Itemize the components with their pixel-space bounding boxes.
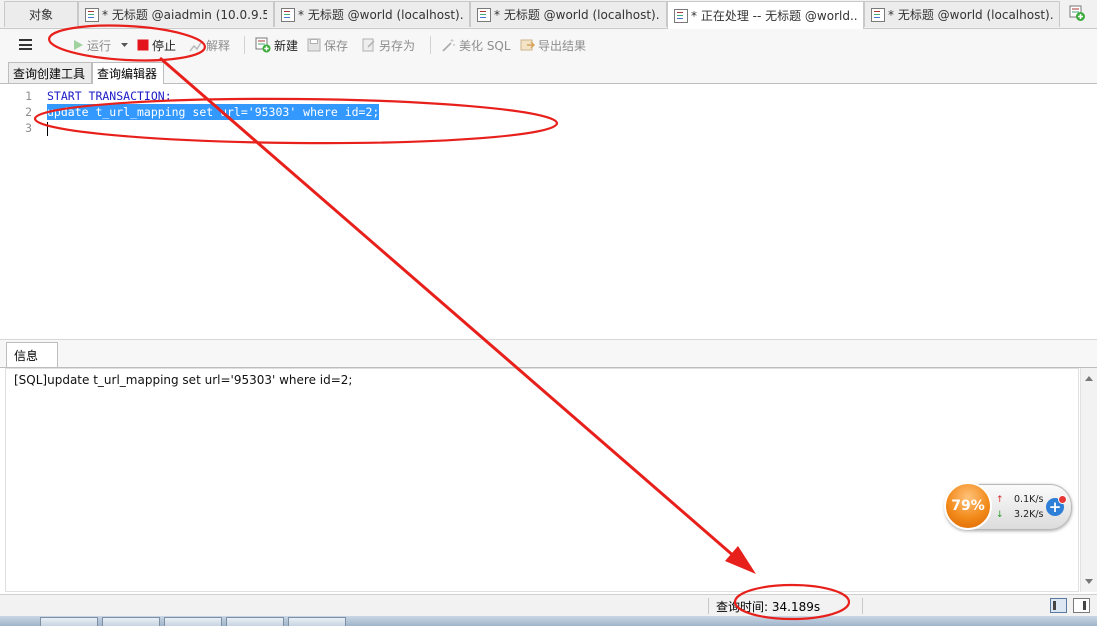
editor-line: 3 — [0, 120, 1097, 136]
query-table-icon — [674, 8, 688, 23]
tab-query-editor[interactable]: 查询编辑器 — [92, 62, 164, 84]
tab-query-builder[interactable]: 查询创建工具 — [8, 62, 92, 83]
line-number: 1 — [25, 89, 32, 103]
query-table-icon — [85, 7, 99, 22]
tab-label: * 正在处理 -- 无标题 @world... — [691, 9, 857, 23]
new-query-tab-icon[interactable] — [1068, 4, 1086, 22]
network-speed-widget[interactable]: 79% ↑ 0.1K/s ↓ 3.2K/s + — [944, 482, 1072, 530]
save-button[interactable]: 保存 — [307, 36, 348, 54]
save-as-button[interactable]: 另存为 — [362, 36, 415, 54]
new-button[interactable]: 新建 — [255, 36, 298, 54]
save-as-button-label: 另存为 — [379, 38, 416, 53]
query-table-icon — [281, 7, 295, 22]
taskbar-app[interactable] — [288, 617, 346, 626]
usage-percent-ball: 79% — [944, 482, 992, 530]
taskbar-app[interactable] — [102, 617, 160, 626]
stop-button-label: 停止 — [152, 38, 177, 53]
tab-query-world-2[interactable]: * 无标题 @world (localhost)... — [470, 1, 667, 27]
tab-label: 对象 — [28, 8, 53, 22]
line-number: 2 — [25, 105, 32, 119]
tab-info[interactable]: 信息 — [6, 342, 58, 367]
beautify-sql-label: 美化 SQL — [459, 38, 511, 53]
tab-query-world-1[interactable]: * 无标题 @world (localhost)... — [274, 1, 470, 27]
tab-query-world-3[interactable]: * 无标题 @world (localhost)... — [864, 1, 1060, 27]
result-tabs: 信息 — [0, 339, 1097, 368]
save-floppy-icon — [307, 38, 321, 52]
scroll-up-arrow-icon[interactable] — [1085, 376, 1093, 381]
single-view-button[interactable] — [1073, 598, 1090, 613]
run-play-icon — [74, 40, 83, 50]
toolbar-divider — [430, 36, 431, 54]
os-taskbar — [0, 616, 1097, 626]
split-view-button[interactable] — [1050, 598, 1067, 613]
notification-dot-icon — [1058, 495, 1067, 504]
text-caret — [47, 122, 48, 136]
editor-line: 2 update t_url_mapping set url='95303' w… — [0, 104, 1097, 120]
stop-button[interactable]: 停止 — [137, 36, 176, 54]
editor-mode-tabs: 查询创建工具 查询编辑器 — [0, 61, 1097, 84]
upload-speed: 0.1K/s — [1014, 494, 1044, 505]
download-speed-row: ↓ 3.2K/s — [996, 509, 1044, 520]
sql-editor[interactable]: 1 START TRANSACTION; 2 update t_url_mapp… — [0, 84, 1097, 338]
taskbar-app[interactable] — [226, 617, 284, 626]
tab-label: * 无标题 @world (localhost)... — [298, 8, 463, 22]
tab-query-editor-label: 查询编辑器 — [97, 67, 158, 81]
tab-info-label: 信息 — [14, 348, 39, 363]
new-button-label: 新建 — [274, 38, 299, 53]
query-time: 查询时间: 34.189s — [716, 599, 821, 614]
export-results-label: 导出结果 — [538, 38, 587, 53]
selected-code-text: update t_url_mapping set url='95303' whe… — [47, 104, 380, 120]
save-as-icon — [362, 38, 375, 52]
chevron-down-icon — [121, 42, 128, 47]
hamburger-menu-icon[interactable] — [19, 39, 32, 50]
tab-label: * 无标题 @world (localhost)... — [494, 8, 660, 22]
download-speed: 3.2K/s — [1014, 509, 1044, 520]
tab-objects[interactable]: 对象 — [4, 1, 78, 27]
tab-query-processing[interactable]: * 正在处理 -- 无标题 @world... — [667, 1, 864, 29]
beautify-sql-button[interactable]: 美化 SQL — [441, 36, 511, 54]
tab-label: * 无标题 @aiadmin (10.0.9.5... — [102, 8, 267, 22]
upload-speed-row: ↑ 0.1K/s — [996, 494, 1044, 505]
new-query-icon — [255, 37, 271, 53]
tab-query-builder-label: 查询创建工具 — [13, 66, 86, 81]
query-toolbar: 运行 停止 解释 新建 保存 另存为 美化 SQL 导出结果 — [0, 29, 1097, 61]
editor-line: 1 START TRANSACTION; — [0, 88, 1097, 104]
status-divider — [708, 598, 709, 614]
document-tab-strip: 对象 * 无标题 @aiadmin (10.0.9.5... * 无标题 @wo… — [0, 0, 1097, 29]
taskbar-app[interactable] — [164, 617, 222, 626]
info-message-area[interactable]: [SQL]update t_url_mapping set url='95303… — [5, 368, 1079, 592]
run-button-label: 运行 — [87, 38, 112, 53]
export-results-button[interactable]: 导出结果 — [520, 36, 586, 54]
toolbar-divider — [244, 36, 245, 54]
line-number: 3 — [25, 121, 32, 135]
download-arrow-icon: ↓ — [996, 509, 1004, 520]
query-table-icon — [871, 7, 885, 22]
explain-button[interactable]: 解释 — [189, 36, 230, 54]
info-message: [SQL]update t_url_mapping set url='95303… — [14, 373, 353, 387]
tab-label: * 无标题 @world (localhost)... — [888, 8, 1053, 22]
run-dropdown-button[interactable] — [121, 36, 128, 54]
stop-square-icon — [137, 39, 149, 51]
taskbar-app[interactable] — [40, 617, 98, 626]
query-table-icon — [477, 7, 491, 22]
upload-arrow-icon: ↑ — [996, 494, 1004, 505]
scroll-down-arrow-icon[interactable] — [1085, 579, 1093, 584]
magic-wand-icon — [442, 39, 455, 52]
explain-icon — [189, 40, 203, 51]
status-divider — [862, 598, 863, 614]
tab-query-aiadmin[interactable]: * 无标题 @aiadmin (10.0.9.5... — [78, 1, 274, 27]
run-button[interactable]: 运行 — [72, 36, 111, 54]
save-button-label: 保存 — [324, 38, 349, 53]
info-scrollbar[interactable] — [1080, 368, 1097, 592]
status-bar: 查询时间: 34.189s — [0, 594, 1097, 617]
explain-button-label: 解释 — [206, 38, 231, 53]
export-icon — [520, 39, 535, 51]
code-text: START TRANSACTION; — [47, 89, 172, 103]
